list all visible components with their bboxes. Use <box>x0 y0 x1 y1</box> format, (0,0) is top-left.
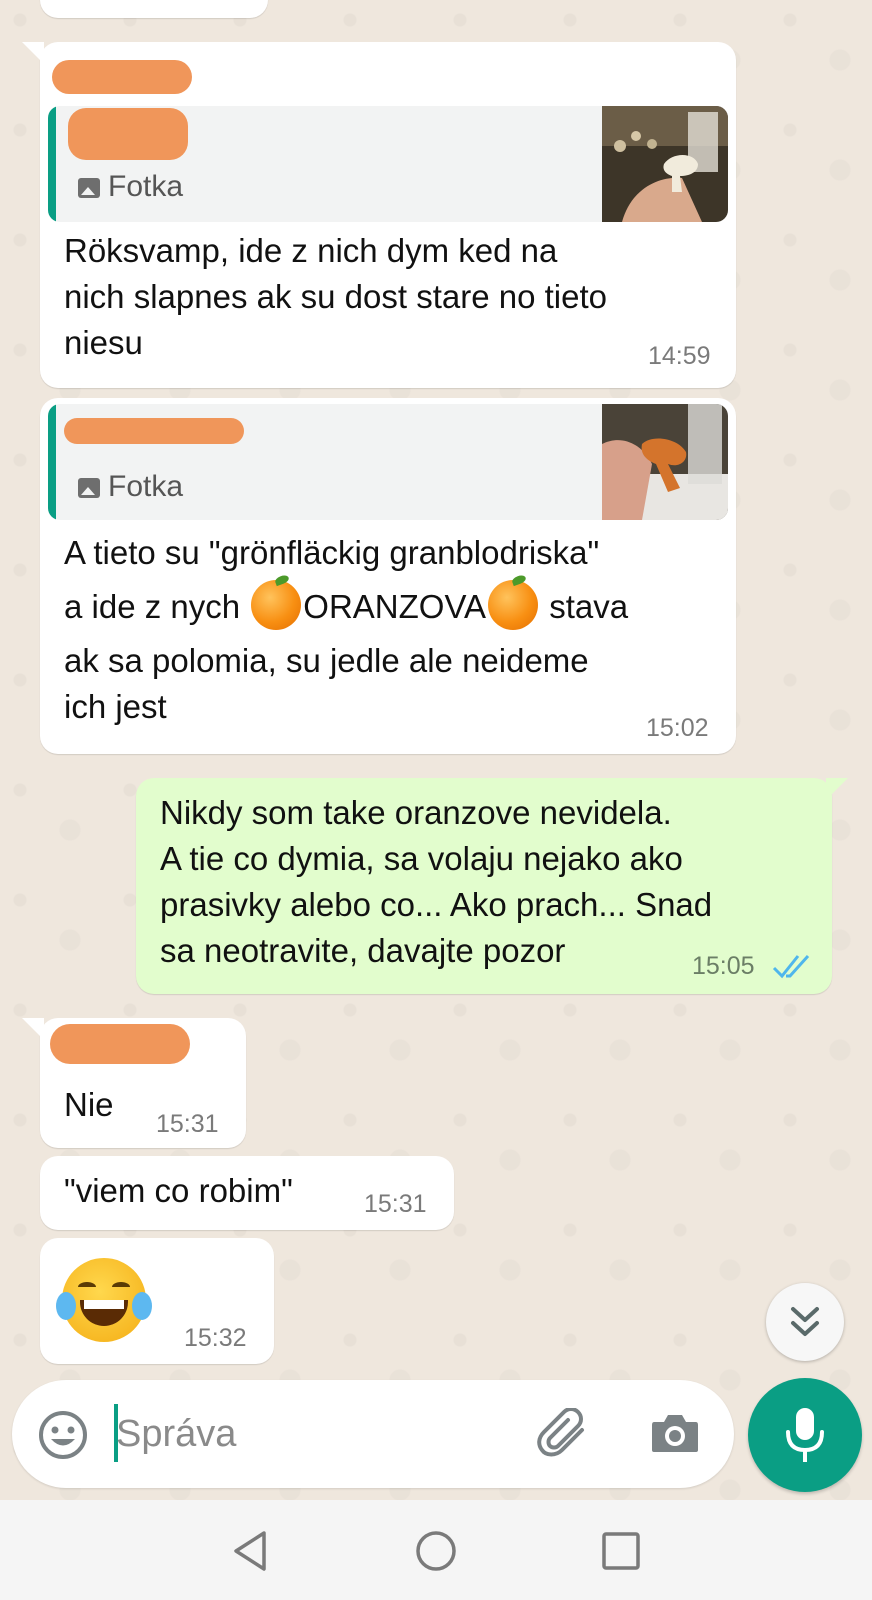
smiley-icon[interactable] <box>38 1410 88 1460</box>
tangerine-emoji-icon <box>488 580 539 630</box>
scroll-to-bottom-button[interactable] <box>766 1283 844 1361</box>
back-icon[interactable] <box>230 1530 270 1572</box>
redacted-quoted-sender <box>64 418 244 444</box>
redacted-sender-name <box>50 1024 190 1064</box>
microphone-icon <box>786 1408 824 1462</box>
message-input[interactable] <box>116 1406 516 1462</box>
quoted-photo-reply[interactable]: Fotka <box>48 106 728 222</box>
redacted-sender-name <box>52 60 192 94</box>
mushroom-photo-thumbnail <box>602 106 728 222</box>
message-text: Nikdy som take oranzove nevidela. A tie … <box>160 794 713 969</box>
double-check-icon <box>772 954 810 979</box>
incoming-message-5[interactable]: 15:32 <box>40 1238 274 1364</box>
quoted-photo-reply[interactable]: Fotka <box>48 404 728 520</box>
previous-message-bubble[interactable] <box>40 0 268 18</box>
message-text: Röksvamp, ide z nich dym ked na nich sla… <box>64 232 607 361</box>
home-icon[interactable] <box>415 1530 457 1572</box>
photo-icon <box>78 178 100 198</box>
voice-message-button[interactable] <box>748 1378 862 1492</box>
message-time: 15:32 <box>184 1324 247 1352</box>
mushroom-photo-thumbnail <box>602 404 728 520</box>
quote-accent-bar <box>48 404 56 520</box>
redacted-quoted-sender <box>68 108 188 160</box>
bubble-tail <box>22 42 44 64</box>
message-time: 14:59 <box>648 342 711 370</box>
camera-icon[interactable] <box>650 1412 700 1454</box>
message-composer <box>12 1380 734 1488</box>
message-text: Nie <box>64 1086 114 1123</box>
paperclip-icon[interactable] <box>536 1408 592 1460</box>
incoming-message-1[interactable]: Fotka Röksvamp, ide z nich dym ked na ni… <box>22 42 736 388</box>
tangerine-emoji-icon <box>251 580 302 630</box>
message-text: "viem co robim" <box>64 1172 293 1209</box>
recents-icon[interactable] <box>602 1532 640 1570</box>
message-time: 15:31 <box>364 1190 427 1218</box>
outgoing-message-1[interactable]: Nikdy som take oranzove nevidela. A tie … <box>136 778 848 994</box>
system-navigation-bar <box>0 1500 872 1600</box>
face-with-tears-of-joy-icon <box>56 1258 152 1342</box>
message-time: 15:31 <box>156 1110 219 1138</box>
incoming-message-3[interactable]: Nie 15:31 <box>22 1018 246 1148</box>
quote-label: Fotka <box>108 470 184 503</box>
photo-icon <box>78 478 100 498</box>
message-text: A tieto su "grönfläckig granblodriska" a… <box>64 534 629 725</box>
message-time: 15:05 <box>692 952 755 980</box>
incoming-message-2[interactable]: Fotka A tieto su "grönfläckig granblodri… <box>40 398 736 754</box>
incoming-message-4[interactable]: "viem co robim" 15:31 <box>40 1156 454 1230</box>
quote-accent-bar <box>48 106 56 222</box>
message-time: 15:02 <box>646 714 709 742</box>
bubble-tail <box>826 778 848 800</box>
double-chevron-down-icon <box>791 1307 819 1336</box>
bubble-tail <box>22 1018 44 1040</box>
quote-label: Fotka <box>108 170 184 203</box>
